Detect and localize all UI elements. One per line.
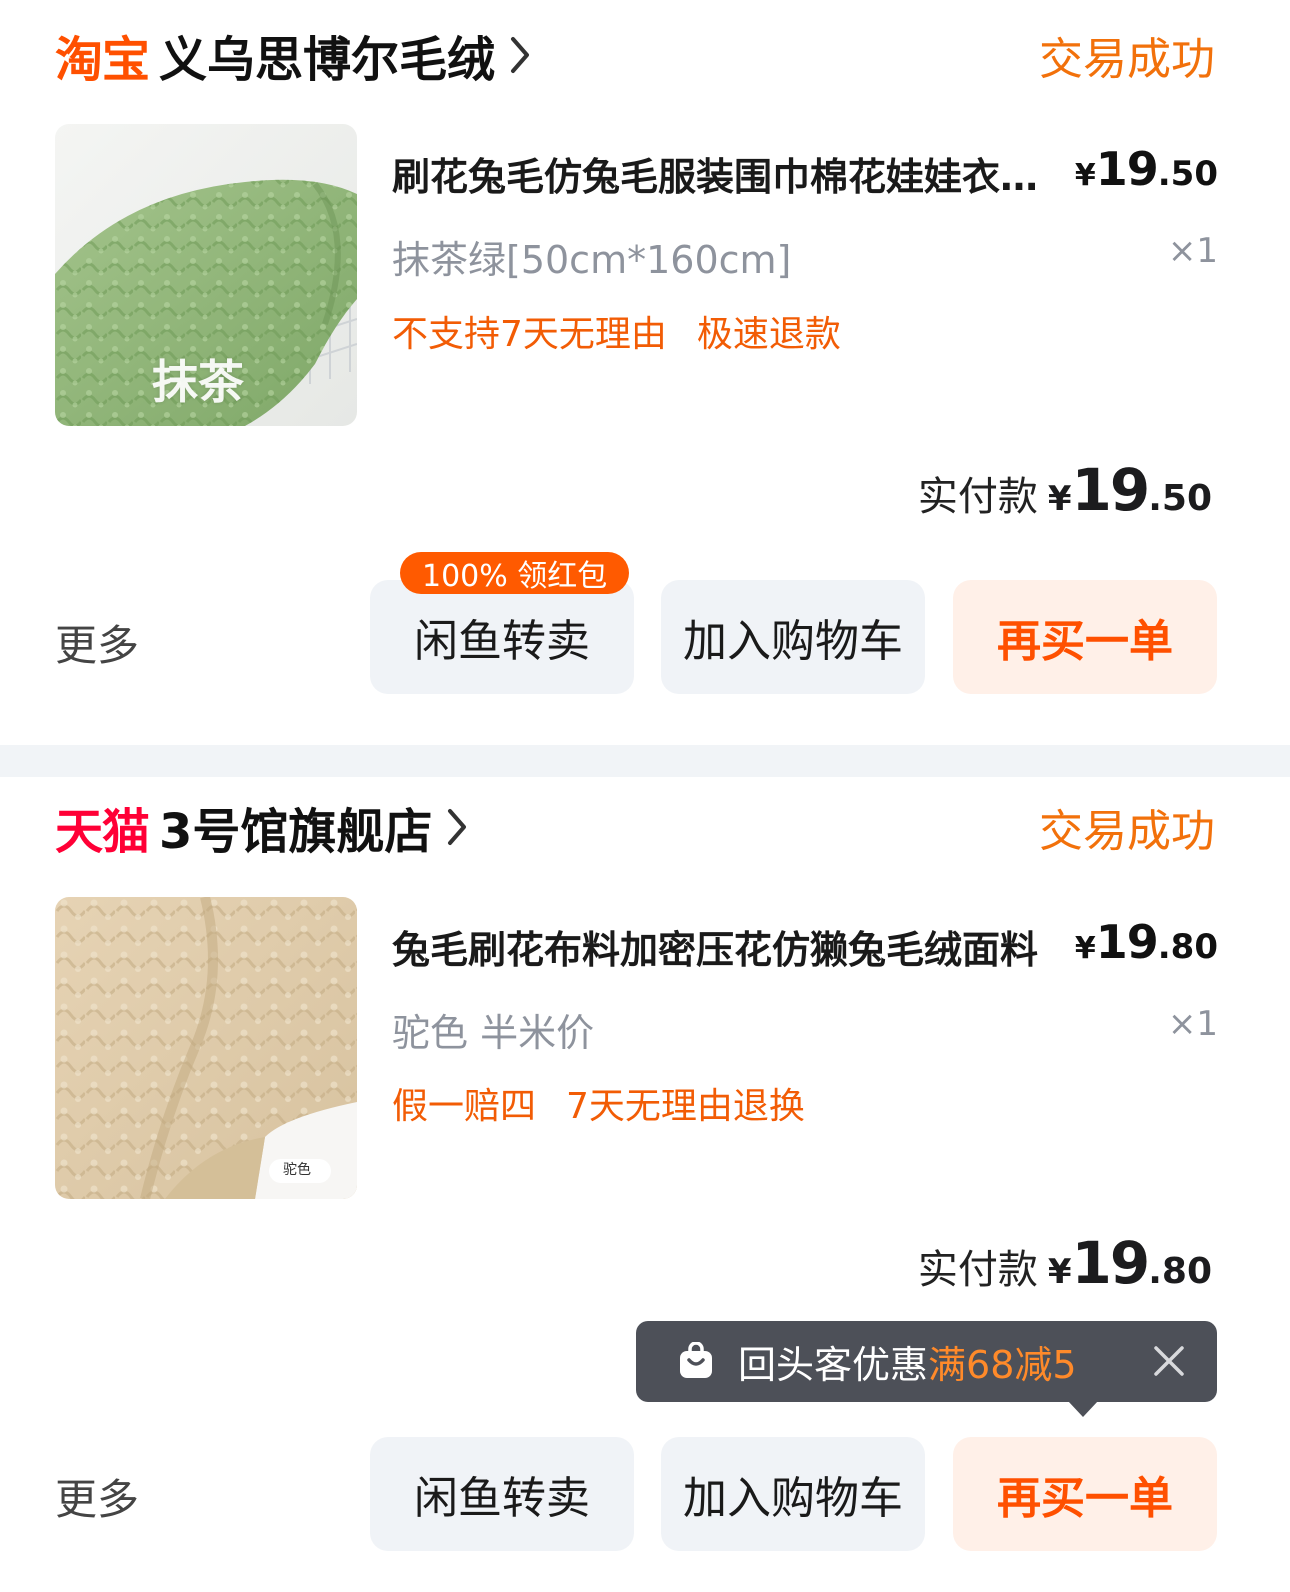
order-card: 淘宝 义乌思博尔毛绒 交易成功 抹茶 刷花兔毛仿兔毛服装围巾棉花娃娃衣服面料 ¥… <box>0 0 1290 745</box>
product-thumbnail[interactable]: 驼色 <box>55 897 357 1199</box>
product-price: ¥19.50 <box>1074 142 1218 196</box>
product-spec: 抹茶绿[50cm*160cm] <box>392 238 792 282</box>
thumbnail-label: 驼色 <box>283 1162 311 1178</box>
tooltip-discount: 满68减5 <box>928 1343 1077 1387</box>
tooltip-arrow <box>1068 1401 1098 1417</box>
thumbnail-label: 抹茶 <box>152 355 244 409</box>
platform-logo-taobao: 淘宝 <box>55 32 150 88</box>
camel-plush-fabric-image <box>55 897 357 1199</box>
more-button[interactable]: 更多 <box>55 1466 139 1527</box>
service-tag: 假一赔四 <box>392 1086 537 1127</box>
red-packet-badge: 100% 领红包 <box>400 552 630 594</box>
product-title[interactable]: 刷花兔毛仿兔毛服装围巾棉花娃娃衣服面料 <box>392 146 1072 201</box>
service-tag: 极速退款 <box>696 314 841 355</box>
returning-customer-tooltip[interactable]: 回头客优惠 满68减5 <box>636 1321 1217 1417</box>
product-title[interactable]: 兔毛刷花布料加密压花仿獭兔毛绒面料 <box>392 919 1072 974</box>
order-status: 交易成功 <box>1039 34 1215 85</box>
shop-header[interactable]: 淘宝 义乌思博尔毛绒 交易成功 <box>55 15 1215 95</box>
product-quantity: ×1 <box>1167 231 1218 271</box>
shop-name[interactable]: 义乌思博尔毛绒 <box>159 20 495 90</box>
shopping-bag-icon <box>676 1341 716 1382</box>
card-divider <box>0 745 1290 777</box>
close-icon[interactable] <box>1151 1343 1187 1379</box>
product-price: ¥19.80 <box>1074 915 1218 969</box>
more-button[interactable]: 更多 <box>55 612 139 673</box>
product-spec: 驼色 半米价 <box>392 1011 595 1055</box>
add-to-cart-button[interactable]: 加入购物车 <box>661 580 925 694</box>
order-card: 天猫 3号馆旗舰店 交易成功 驼色 兔毛刷花布料加密压花仿獭兔毛绒面料 ¥19.… <box>0 777 1290 1592</box>
shop-name[interactable]: 3号馆旗舰店 <box>159 792 432 862</box>
add-to-cart-button[interactable]: 加入购物车 <box>661 1437 925 1551</box>
product-quantity: ×1 <box>1167 1004 1218 1044</box>
buy-again-button[interactable]: 再买一单 <box>953 580 1217 694</box>
order-status: 交易成功 <box>1039 806 1215 857</box>
service-tags: 不支持7天无理由 极速退款 <box>392 305 841 357</box>
paid-amount: 实付款 ¥19.80 <box>917 1229 1212 1297</box>
shop-header[interactable]: 天猫 3号馆旗舰店 交易成功 <box>55 787 1215 867</box>
service-tags: 假一赔四 7天无理由退换 <box>392 1077 805 1129</box>
service-tag: 不支持7天无理由 <box>392 314 667 355</box>
chevron-right-icon[interactable] <box>446 807 468 847</box>
service-tag: 7天无理由退换 <box>566 1086 805 1127</box>
product-thumbnail[interactable]: 抹茶 <box>55 124 357 426</box>
paid-amount: 实付款 ¥19.50 <box>917 456 1212 524</box>
resell-button[interactable]: 闲鱼转卖 <box>370 1437 634 1551</box>
resell-button[interactable]: 闲鱼转卖 <box>370 580 634 694</box>
platform-logo-tmall: 天猫 <box>55 804 150 860</box>
buy-again-button[interactable]: 再买一单 <box>953 1437 1217 1551</box>
tooltip-text: 回头客优惠 <box>738 1343 929 1387</box>
chevron-right-icon[interactable] <box>509 35 531 75</box>
